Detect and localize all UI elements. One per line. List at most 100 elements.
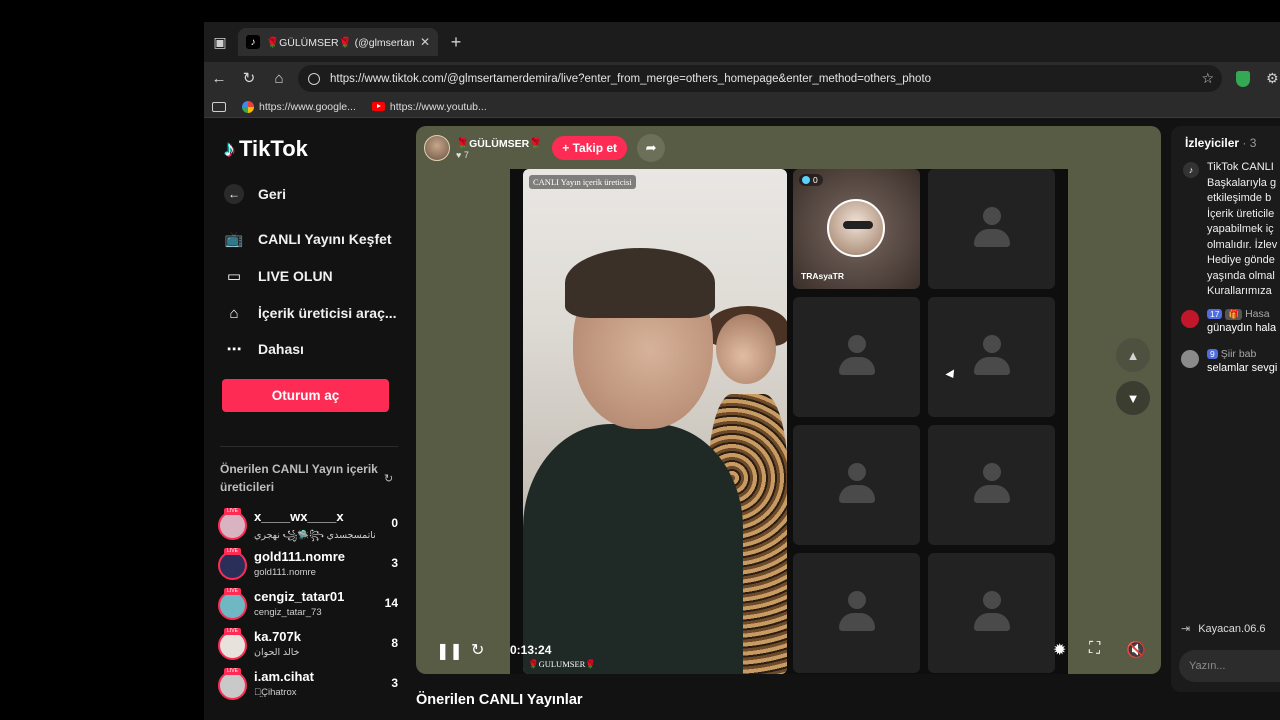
tiktok-page: ♪ TikTok ← Geri 📺 CANLI Yayını Keşfet ▭ … — [204, 118, 1280, 720]
more-icon: ⋯ — [226, 341, 242, 358]
previous-live-icon[interactable]: ▲ — [1116, 338, 1150, 372]
tiktok-system-icon: ♪ — [1183, 162, 1199, 178]
viewer-count: · 3 — [1242, 136, 1257, 150]
host-bar: 🌹GÜLÜMSER🌹 ♥ 7 + Takip et ➦ — [424, 134, 666, 162]
reload-icon[interactable]: ↻ — [240, 70, 258, 88]
shield-extension-icon[interactable] — [1236, 71, 1250, 87]
nav-more[interactable]: ⋯ Dahası — [224, 339, 304, 359]
chat-text: selamlar sevgi — [1207, 362, 1278, 374]
bookmarks-folder-icon[interactable] — [212, 101, 226, 112]
live-badge: LIVE — [224, 548, 241, 555]
guest-slot-empty[interactable] — [793, 425, 920, 545]
person-placeholder-icon — [973, 335, 1010, 379]
chat-avatar[interactable] — [1181, 350, 1199, 368]
new-tab-icon[interactable]: + — [446, 32, 466, 52]
creator-name: x____wx____x — [254, 509, 344, 524]
muted-speaker-icon[interactable]: 🔇 — [1126, 640, 1146, 660]
nav-creator-tools[interactable]: ⌂ İçerik üreticisi araç... — [224, 303, 396, 323]
bookmark-google[interactable]: https://www.google... — [242, 100, 356, 113]
nav-label: LIVE OLUN — [258, 268, 333, 284]
host-name[interactable]: 🌹GÜLÜMSER🌹 — [456, 137, 542, 150]
chat-meta: 9 Şiir bab — [1207, 348, 1256, 360]
live-stage: 🌹GÜLÜMSER🌹 ♥ 7 + Takip et ➦ CANLI Yayın … — [416, 126, 1161, 674]
follow-button[interactable]: + Takip et — [552, 136, 628, 160]
host-avatar[interactable] — [424, 135, 450, 161]
creator-avatar — [218, 551, 247, 580]
viewers-title: İzleyiciler — [1185, 136, 1240, 150]
person-placeholder-icon — [838, 591, 875, 635]
browser-window: ▣ ♪ 🌹GÜLÜMSER🌹 (@glmsertamerdemira) ✕ + … — [204, 22, 1280, 720]
back-icon[interactable]: ← — [210, 70, 228, 88]
creator-item[interactable]: LIVE ka.707k خالد الحوان 8 — [218, 628, 398, 663]
person-placeholder-icon — [838, 463, 875, 507]
person-placeholder-icon — [838, 335, 875, 379]
tiktok-favicon-icon: ♪ — [246, 35, 260, 49]
guest-slot-empty[interactable] — [793, 553, 920, 673]
guest-slot-empty[interactable] — [928, 169, 1055, 289]
address-url: https://www.tiktok.com/@glmsertamerdemir… — [330, 72, 932, 85]
share-icon[interactable]: ➦ — [637, 134, 666, 162]
creator-item[interactable]: LIVE cengiz_tatar01 cengiz_tatar_73 14 — [218, 588, 398, 623]
home-icon[interactable]: ⌂ — [270, 70, 288, 88]
nav-go-live[interactable]: ▭ LIVE OLUN — [224, 266, 333, 286]
creator-handle: نهجري ꧁🛸꧂ ناتمسجسدي — [254, 530, 376, 541]
person-placeholder-icon — [973, 591, 1010, 635]
close-tab-icon[interactable]: ✕ — [420, 35, 430, 49]
chat-username[interactable]: Şiir bab — [1221, 348, 1257, 360]
chat-avatar[interactable] — [1181, 310, 1199, 328]
guest-slot[interactable]: 0 TRAsyaTR — [793, 169, 920, 289]
nav-explore-live[interactable]: 📺 CANLI Yayını Keşfet — [224, 229, 392, 249]
join-notice: ⇥ Kayacan.06.6 — [1181, 622, 1266, 636]
viewers-header[interactable]: İzleyiciler · 3 — [1185, 136, 1256, 150]
suggested-lives-title: Önerilen CANLI Yayınlar — [416, 692, 583, 708]
divider — [220, 446, 398, 447]
tab-title: 🌹GÜLÜMSER🌹 (@glmsertamerdemira) — [266, 36, 414, 49]
chat-text: günaydın hala — [1207, 322, 1277, 334]
join-user: Kayacan.06.6 — [1198, 622, 1266, 635]
main-host-feed: CANLI Yayın içerik üreticisi — [523, 169, 787, 674]
bookmarks-bar: https://www.google... https://www.youtub… — [204, 96, 1280, 118]
creator-avatar — [218, 671, 247, 700]
creator-item[interactable]: LIVE i.am.cihat ꪖ̤Çihatrox 3 — [218, 668, 398, 703]
browser-tab[interactable]: ♪ 🌹GÜLÜMSER🌹 (@glmsertamerdemira) ✕ — [238, 28, 438, 56]
creator-item[interactable]: LIVE x____wx____x نهجري ꧁🛸꧂ ناتمسجسدي 0 — [218, 508, 398, 543]
refresh-video-icon[interactable]: ↻ — [471, 640, 484, 660]
bookmark-youtube[interactable]: https://www.youtub... — [371, 100, 487, 113]
creator-handle: gold111.nomre — [254, 567, 316, 578]
chat-username[interactable]: Hasa — [1245, 308, 1270, 320]
guest-slot-empty[interactable] — [928, 425, 1055, 545]
live-badge: LIVE — [224, 628, 241, 635]
tiktok-logo[interactable]: ♪ TikTok — [224, 136, 308, 162]
guest-slot-empty[interactable] — [928, 553, 1055, 673]
live-badge: LIVE — [224, 588, 241, 595]
guest-slot-empty[interactable] — [793, 297, 920, 417]
pause-icon[interactable]: ❚❚ — [436, 641, 463, 661]
guest-slot-empty[interactable] — [928, 297, 1055, 417]
creator-avatar — [218, 591, 247, 620]
stream-time: 0:13:24 — [510, 643, 552, 657]
chat-meta: 17 🎁 Hasa — [1207, 308, 1270, 320]
creator-name: cengiz_tatar01 — [254, 589, 345, 604]
next-live-icon[interactable]: ▼ — [1116, 381, 1150, 415]
creator-handle: cengiz_tatar_73 — [254, 607, 322, 618]
bookmark-star-icon[interactable]: ☆ — [1201, 70, 1214, 87]
login-button[interactable]: Oturum aç — [222, 379, 389, 412]
refresh-icon[interactable]: ↻ — [384, 472, 393, 485]
nav-back[interactable]: ← Geri — [224, 184, 286, 204]
live-badge: LIVE — [224, 508, 241, 515]
fullscreen-icon[interactable]: ⛶ — [1089, 640, 1100, 658]
creator-item[interactable]: LIVE gold111.nomre gold111.nomre 3 — [218, 548, 398, 583]
live-video[interactable]: CANLI Yayın içerik üreticisi 0 TRAsyaTR — [510, 169, 1068, 674]
extension-gear-icon[interactable]: ⚙ — [1266, 70, 1280, 88]
creator-viewer-count: 8 — [391, 636, 398, 650]
suggested-creators-title: Önerilen CANLI Yayın içerik üreticileri — [220, 462, 378, 494]
gift-badge-icon: 🎁 — [1225, 308, 1243, 320]
settings-icon[interactable]: ✹ — [1053, 640, 1066, 660]
site-info-icon[interactable] — [308, 72, 320, 85]
bookmark-label: https://www.youtub... — [389, 100, 487, 113]
tab-actions-icon[interactable]: ▣ — [212, 34, 228, 50]
chat-input[interactable]: Yazın... — [1179, 650, 1280, 682]
address-bar[interactable]: https://www.tiktok.com/@glmsertamerdemir… — [298, 65, 1222, 92]
nav-label: Dahası — [258, 341, 304, 357]
creator-name: gold111.nomre — [254, 549, 346, 564]
